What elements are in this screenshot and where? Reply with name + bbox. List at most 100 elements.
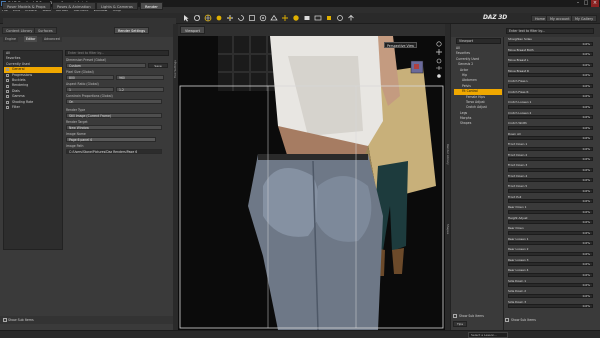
shape-slider-track[interactable]: 0.0% [508,262,593,267]
scene-show-sub-items-checkbox[interactable] [453,314,457,318]
shape-slider[interactable]: Crotch Loosen 2 0.0% [508,111,593,121]
shape-slider[interactable]: Crotch Width 0.0% [508,121,593,131]
shape-slider[interactable]: Front Down 4 0.0% [508,174,593,184]
render-target-select[interactable]: New Window [66,125,162,130]
shaping-node-select[interactable]: Viewport [456,38,501,44]
shape-slider-track[interactable]: 0.0% [508,104,593,109]
shape-slider[interactable]: Front Down 3 0.0% [508,163,593,173]
shapes-show-sub-items-checkbox[interactable] [505,318,509,322]
shape-slider[interactable]: Rear Down 1 0.0% [508,205,593,215]
shape-slider-track[interactable]: 0.0% [508,272,593,277]
shape-slider-track[interactable]: 0.0% [508,293,593,298]
shape-slider-track[interactable]: 0.0% [508,115,593,120]
dimension-preset-select[interactable]: Custom [66,63,146,68]
pixel-height-field[interactable]: 960 [116,75,164,80]
shape-slider[interactable]: Front Down 2 0.0% [508,153,593,163]
shape-slider[interactable]: Move Breast R 0.0% [508,69,593,79]
subtab-engine[interactable]: Engine [3,36,18,42]
aspect-width-field[interactable]: 1 [66,87,114,92]
shape-slider-track[interactable]: 0.0% [508,146,593,151]
shape-slider[interactable]: Down All 0.0% [508,132,593,142]
shape-slider-track[interactable]: 0.0% [508,241,593,246]
shape-slider[interactable]: Side Down 2 0.0% [508,289,593,299]
tab-render-settings[interactable]: Render Settings [114,27,150,34]
viewport-canvas[interactable] [178,36,445,330]
shape-slider[interactable]: Crotch Loosen 1 0.0% [508,100,593,110]
shape-slider[interactable]: Rear Loosen 2 0.0% [508,247,593,257]
close-icon[interactable]: × [591,0,599,7]
shape-slider[interactable]: Crotch Fixes R 0.0% [508,90,593,100]
shape-slider-track[interactable]: 0.0% [508,304,593,309]
pan-icon[interactable] [436,49,442,55]
spot-render-icon[interactable] [292,14,300,22]
shape-slider[interactable]: Front Pull 0.0% [508,195,593,205]
tab-poser-models[interactable]: Poser Models & Props [2,2,51,10]
shape-slider-track[interactable]: 0.0% [508,83,593,88]
shape-slider-track[interactable]: 0.0% [508,188,593,193]
shape-slider-track[interactable]: 0.0% [508,167,593,172]
shape-slider[interactable]: Rear Loosen 3 0.0% [508,258,593,268]
aim-tool-icon[interactable] [259,14,267,22]
tab-viewport[interactable]: Viewport [180,26,205,34]
render-icon[interactable] [325,14,333,22]
pixel-width-field[interactable]: 800 [66,75,114,80]
subtab-advanced[interactable]: Advanced [42,36,62,42]
image-path-field[interactable]: C:/Users/Stone/Pictures/Daz Renders/Page… [66,149,162,154]
tab-lights-cameras[interactable]: Lights & Cameras [96,2,138,10]
shape-slider[interactable]: Front Down 5 0.0% [508,184,593,194]
shape-slider-track[interactable]: 0.0% [508,62,593,67]
frame-icon[interactable] [437,74,441,78]
shape-slider[interactable]: Height Adjust 0.0% [508,216,593,226]
shape-slider[interactable]: Side Down 3 0.0% [508,300,593,310]
shape-slider-track[interactable]: 0.0% [508,52,593,57]
shape-slider[interactable]: Front Down 1 0.0% [508,142,593,152]
shapes-search-input[interactable]: Enter text to filter by... [506,28,594,34]
shape-slider[interactable]: Straighten Sides 0.0% [508,37,593,47]
tab-surfaces[interactable]: Surfaces [34,27,57,34]
lesson-select[interactable]: Select a Lesson... [468,332,508,338]
dolly-icon[interactable] [436,66,442,70]
render-type-select[interactable]: Still Image (Current Frame) [66,113,162,118]
universal-tool-icon[interactable] [204,14,212,22]
select-tool-icon[interactable] [182,14,190,22]
export-icon[interactable] [347,14,355,22]
shape-slider[interactable]: Move Breast Both 0.0% [508,48,593,58]
shape-slider-track[interactable]: 0.0% [508,73,593,78]
shape-slider[interactable]: Move Breast L 0.0% [508,58,593,68]
shape-slider-track[interactable]: 0.0% [508,199,593,204]
tab-content-library[interactable]: Content Library [2,27,37,34]
geometry-editor-icon[interactable] [281,14,289,22]
camera-select[interactable]: Perspective View [384,42,418,48]
node-weight-icon[interactable] [215,14,223,22]
tab-render[interactable]: Render [140,2,163,10]
image-name-field[interactable]: Page 6 panel 4 [66,137,156,142]
surface-selection-icon[interactable] [270,14,278,22]
aspect-height-field[interactable]: 1.2 [116,87,164,92]
shape-slider-track[interactable]: 0.0% [508,283,593,288]
render-settings-icon[interactable] [314,14,322,22]
my-gallery-button[interactable]: My Gallery [571,15,598,22]
content-update-icon[interactable] [336,14,344,22]
my-account-button[interactable]: My account [546,15,574,22]
shape-slider[interactable]: Side Down 1 0.0% [508,279,593,289]
shape-slider-track[interactable]: 0.0% [508,94,593,99]
render-settings-search-input[interactable]: Enter text to filter by... [65,50,169,56]
shape-slider-track[interactable]: 0.0% [508,220,593,225]
minimize-icon[interactable]: – [574,0,582,7]
list-item[interactable]: Filter [4,105,62,110]
orbit-icon[interactable] [436,41,442,47]
shape-slider-track[interactable]: 0.0% [508,178,593,183]
shape-slider[interactable]: Rear Loosen 1 0.0% [508,237,593,247]
shape-slider[interactable]: Rear Loosen 4 0.0% [508,268,593,278]
scale-tool-icon[interactable] [248,14,256,22]
save-preset-button[interactable]: Save [148,63,168,68]
zoom-icon[interactable] [436,58,442,64]
shape-slider-track[interactable]: 0.0% [508,125,593,130]
shape-slider[interactable]: Rear Down 0.0% [508,226,593,236]
shape-slider-track[interactable]: 0.0% [508,230,593,235]
shape-slider-track[interactable]: 0.0% [508,41,593,46]
show-sub-items-checkbox[interactable] [3,318,7,322]
list-item[interactable]: Shapes [454,121,502,126]
tab-poses-animation[interactable]: Poses & Animation [52,2,96,10]
rotate-tool-icon[interactable] [193,14,201,22]
